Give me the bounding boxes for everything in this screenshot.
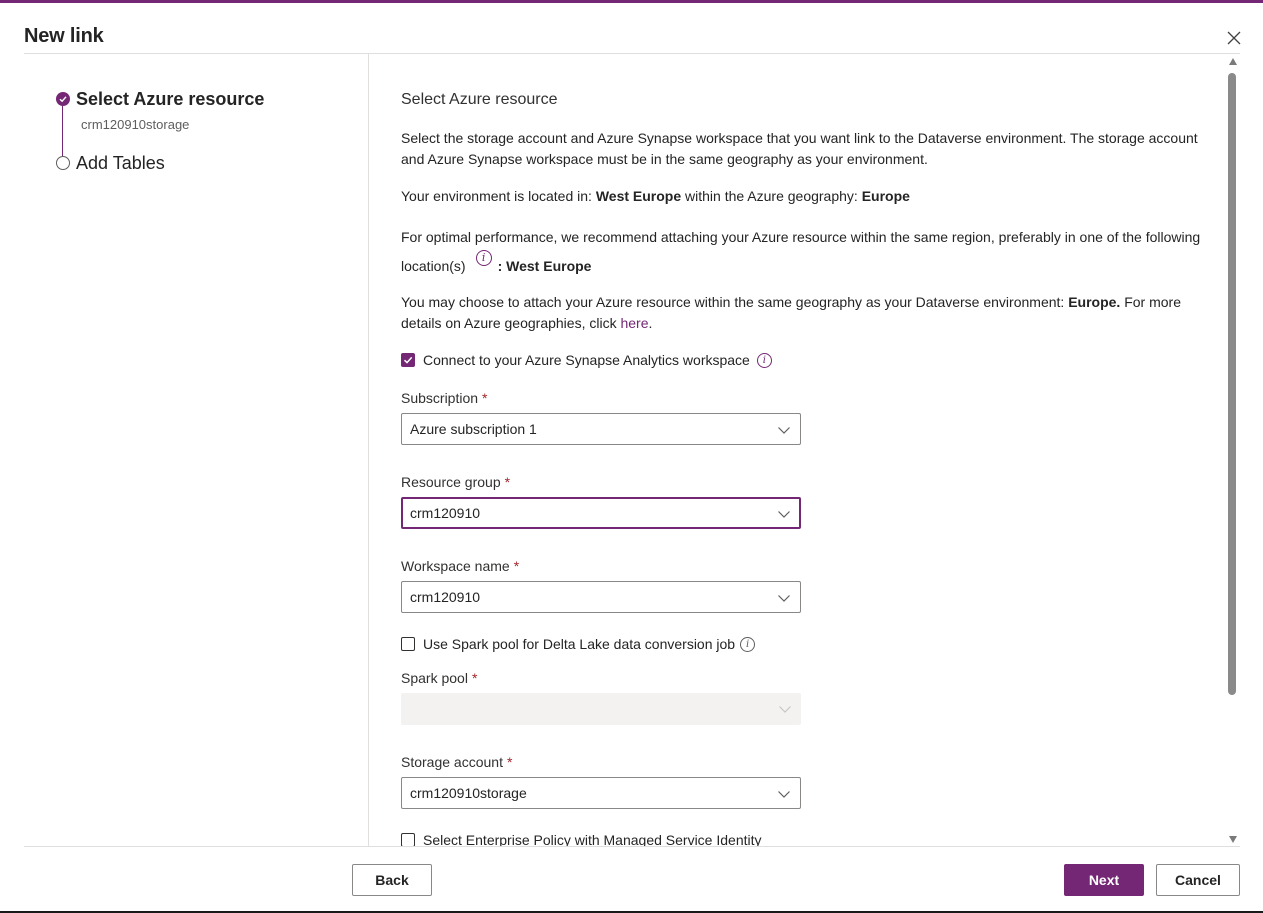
back-button[interactable]: Back <box>352 864 432 896</box>
close-button[interactable] <box>1222 26 1246 50</box>
synapse-checkbox-row: Connect to your Azure Synapse Analytics … <box>401 352 772 368</box>
scrollbar-thumb[interactable] <box>1228 73 1236 695</box>
content-panel: Select Azure resource Select the storage… <box>370 54 1224 846</box>
step-complete-icon <box>56 92 70 106</box>
workspace-value: crm120910 <box>410 589 481 605</box>
cancel-button[interactable]: Cancel <box>1156 864 1240 896</box>
step-pending-icon <box>56 156 70 170</box>
spark-checkbox-row: Use Spark pool for Delta Lake data conve… <box>401 636 756 652</box>
step-connector-line <box>62 106 63 158</box>
environment-location-text: Your environment is located in: West Eur… <box>401 188 910 204</box>
subscription-label: Subscription * <box>401 390 488 406</box>
spark-info-icon[interactable]: i <box>740 636 756 652</box>
scroll-down-arrow-icon[interactable] <box>1229 836 1237 843</box>
resource-group-label: Resource group * <box>401 474 511 490</box>
step-select-azure-resource-sublabel: crm120910storage <box>81 117 190 132</box>
environment-geography: Europe <box>861 188 910 204</box>
resource-group-dropdown[interactable]: crm120910 <box>401 497 801 529</box>
location-info-icon[interactable]: i <box>475 250 492 266</box>
synapse-checkbox-label[interactable]: Connect to your Azure Synapse Analytics … <box>423 352 750 368</box>
spark-checkbox-label[interactable]: Use Spark pool for Delta Lake data conve… <box>423 636 735 652</box>
section-title: Select Azure resource <box>401 91 558 108</box>
content-scrollbar[interactable] <box>1226 56 1240 846</box>
chevron-down-icon <box>778 791 790 798</box>
footer-divider <box>24 846 1240 847</box>
recommendation-text: For optimal performance, we recommend at… <box>401 229 1201 274</box>
chevron-down-icon <box>778 427 790 434</box>
recommended-locations: : West Europe <box>497 258 592 274</box>
workspace-dropdown[interactable]: crm120910 <box>401 581 801 613</box>
synapse-checkbox[interactable] <box>401 353 415 367</box>
intro-text: Select the storage account and Azure Syn… <box>401 130 1198 167</box>
chevron-down-icon <box>778 595 790 602</box>
geographies-link[interactable]: here <box>620 315 648 331</box>
checkmark-icon <box>403 356 413 364</box>
workspace-label: Workspace name * <box>401 558 520 574</box>
chevron-down-icon <box>779 706 791 713</box>
spark-pool-dropdown <box>401 693 801 725</box>
policy-checkbox-label[interactable]: Select Enterprise Policy with Managed Se… <box>423 832 762 846</box>
resource-group-value: crm120910 <box>410 505 481 521</box>
policy-checkbox-row: Select Enterprise Policy with Managed Se… <box>401 832 762 846</box>
environment-region: West Europe <box>595 188 682 204</box>
policy-checkbox[interactable] <box>401 833 415 846</box>
next-button[interactable]: Next <box>1064 864 1144 896</box>
subscription-value: Azure subscription 1 <box>410 421 537 437</box>
spark-checkbox[interactable] <box>401 637 415 651</box>
scroll-up-arrow-icon[interactable] <box>1229 58 1237 65</box>
synapse-info-icon[interactable]: i <box>756 352 772 368</box>
subscription-dropdown[interactable]: Azure subscription 1 <box>401 413 801 445</box>
storage-account-value: crm120910storage <box>410 785 527 801</box>
top-accent-bar <box>0 0 1263 3</box>
storage-account-dropdown[interactable]: crm120910storage <box>401 777 801 809</box>
chevron-down-icon <box>778 511 790 518</box>
storage-account-label: Storage account * <box>401 754 513 770</box>
geography-note-text: You may choose to attach your Azure reso… <box>401 294 1181 331</box>
dialog-title: New link <box>24 25 104 47</box>
step-add-tables[interactable]: Add Tables <box>76 153 165 174</box>
step-select-azure-resource[interactable]: Select Azure resource <box>76 89 264 110</box>
close-icon <box>1227 31 1241 45</box>
spark-pool-label: Spark pool * <box>401 670 478 686</box>
